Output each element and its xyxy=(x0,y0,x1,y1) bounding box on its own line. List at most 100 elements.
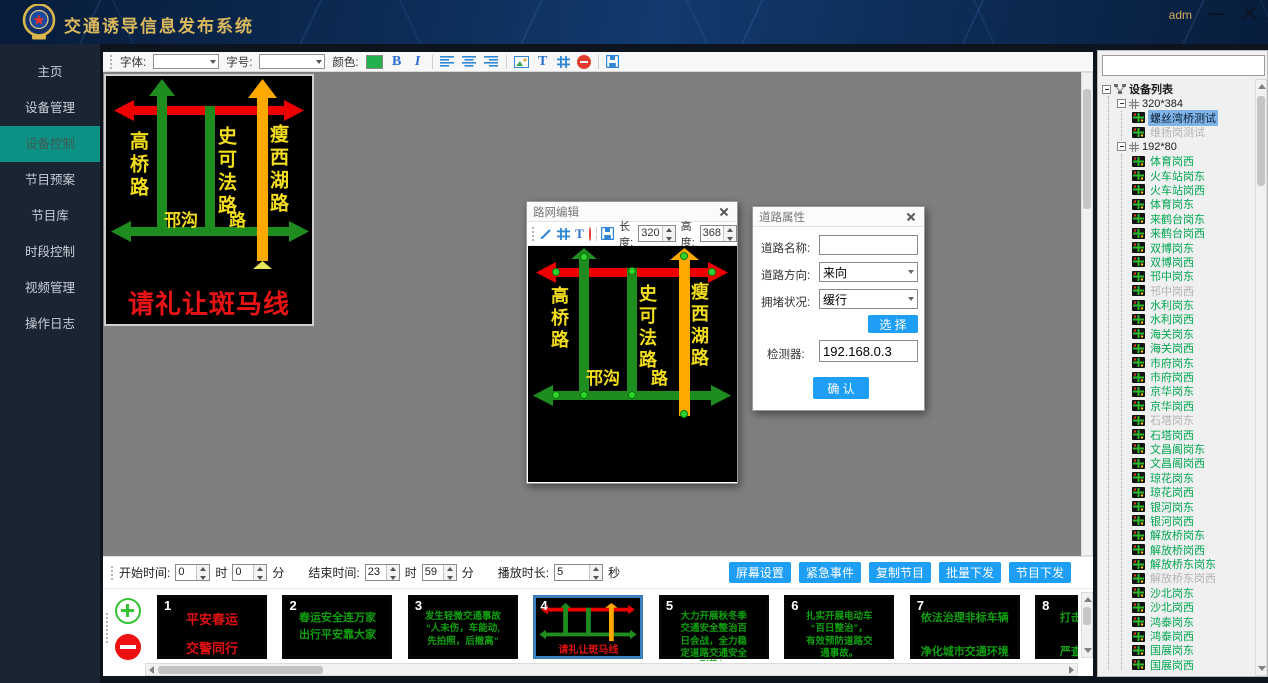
duration-stepper[interactable]: 5 xyxy=(554,564,603,581)
spin-up-button[interactable] xyxy=(663,226,675,234)
spin-up-button[interactable] xyxy=(724,226,736,234)
action-button[interactable]: 复制节目 xyxy=(869,562,931,583)
height-stepper[interactable]: 368 xyxy=(700,225,737,242)
spin-up-button[interactable] xyxy=(590,565,602,573)
playlist-vertical-scrollbar[interactable] xyxy=(1081,592,1093,658)
scroll-down-icon[interactable] xyxy=(1258,666,1266,671)
spin-down-button[interactable] xyxy=(197,573,209,581)
spin-down-button[interactable] xyxy=(663,234,675,242)
spin-down-button[interactable] xyxy=(387,573,399,581)
scrollbar-thumb[interactable] xyxy=(1083,607,1091,625)
spin-up-button[interactable] xyxy=(387,565,399,573)
minimize-button[interactable] xyxy=(1206,2,1228,24)
device-search-input[interactable] xyxy=(1102,55,1265,76)
device-tree-item[interactable]: 鸿泰岗西 xyxy=(1132,629,1267,643)
congestion-select[interactable]: 缓行 xyxy=(819,289,918,309)
sidebar-item[interactable]: 设备控制 xyxy=(0,126,100,162)
road-network-tool-icon[interactable] xyxy=(557,56,570,68)
action-button[interactable]: 节目下发 xyxy=(1009,562,1071,583)
device-tree-item[interactable]: 银河岗东 xyxy=(1132,499,1267,513)
spin-up-button[interactable] xyxy=(254,565,266,573)
sidebar-item[interactable]: 节目库 xyxy=(0,198,100,234)
align-left-button[interactable] xyxy=(440,56,455,67)
program-thumbnail[interactable]: 2 春运安全连万家 出行平安靠大家 xyxy=(282,595,392,659)
program-thumbnail[interactable]: 5 大力开展秋冬季 交通安全整治百 日会战，全力稳 定道路交通安全 形势！ xyxy=(659,595,769,659)
bold-button[interactable]: B xyxy=(390,54,404,70)
program-thumbnail[interactable]: 7 依法治理非标车辆 净化城市交通环境 xyxy=(910,595,1020,659)
spin-down-button[interactable] xyxy=(444,573,456,581)
collapse-icon[interactable] xyxy=(1102,85,1111,94)
program-thumbnail[interactable]: 1 平安春运 交警同行 xyxy=(157,595,267,659)
spin-down-button[interactable] xyxy=(724,234,736,242)
align-right-button[interactable] xyxy=(484,56,499,67)
start-hour-stepper[interactable]: 0 xyxy=(175,564,210,581)
close-button[interactable] xyxy=(1238,2,1260,24)
device-tree-item[interactable]: 体育岗西 xyxy=(1132,154,1267,168)
color-swatch[interactable] xyxy=(366,55,383,69)
detector-input[interactable] xyxy=(819,340,918,362)
device-tree-item[interactable]: 解放桥东岗西 xyxy=(1132,571,1267,585)
device-tree-item[interactable]: 螺丝湾桥测试 xyxy=(1132,111,1267,125)
device-tree-root[interactable]: 设备列表 xyxy=(1102,82,1267,96)
device-tree-item[interactable]: 京华岗东 xyxy=(1132,384,1267,398)
device-tree-item[interactable]: 文昌阁岗西 xyxy=(1132,456,1267,470)
design-canvas[interactable]: 高桥路 史可法路 瘦西湖路 邗沟 路 请礼让斑马线 路网编辑 xyxy=(103,72,1081,556)
device-tree-item[interactable]: 京华岗西 xyxy=(1132,399,1267,413)
canvas-scrollbar[interactable] xyxy=(1081,72,1093,556)
device-tree-item[interactable]: 解放桥岗西 xyxy=(1132,543,1267,557)
close-icon[interactable] xyxy=(904,210,918,224)
end-hour-stepper[interactable]: 23 xyxy=(365,564,400,581)
device-tree-item[interactable]: 沙北岗东 xyxy=(1132,586,1267,600)
device-tree-item[interactable]: 来鹤台岗西 xyxy=(1132,226,1267,240)
collapse-icon[interactable] xyxy=(1117,142,1126,151)
scrollbar-thumb[interactable] xyxy=(1257,96,1265,186)
device-tree-item[interactable]: 邗中岗东 xyxy=(1132,269,1267,283)
device-tree-item[interactable]: 火车站岗东 xyxy=(1132,168,1267,182)
scroll-right-icon[interactable] xyxy=(1069,666,1074,674)
device-tree-item[interactable]: 双博岗东 xyxy=(1132,240,1267,254)
device-tree-item[interactable]: 体育岗东 xyxy=(1132,197,1267,211)
device-tree-item[interactable]: 水利岗东 xyxy=(1132,298,1267,312)
playlist-horizontal-scrollbar[interactable] xyxy=(145,663,1078,676)
device-tree-item[interactable]: 琼花岗东 xyxy=(1132,471,1267,485)
scrollbar-thumb[interactable] xyxy=(158,666,323,674)
confirm-button[interactable]: 确 认 xyxy=(813,377,869,399)
spin-up-button[interactable] xyxy=(197,565,209,573)
device-tree-item[interactable]: 石塔岗东 xyxy=(1132,413,1267,427)
device-tree-item[interactable]: 海关岗东 xyxy=(1132,327,1267,341)
program-thumbnail[interactable]: 8 打击改装“炸 严查严惩“机 xyxy=(1035,595,1078,659)
close-icon[interactable] xyxy=(717,205,731,219)
action-button[interactable]: 屏幕设置 xyxy=(729,562,791,583)
device-tree-item[interactable]: 市府岗东 xyxy=(1132,355,1267,369)
length-stepper[interactable]: 320 xyxy=(638,225,675,242)
delete-tool-icon[interactable] xyxy=(577,55,591,69)
spin-down-button[interactable] xyxy=(254,573,266,581)
program-thumbnail[interactable]: 6 扎实开展电动车 “百日整治”， 有效预防道路交 通事故。 xyxy=(784,595,894,659)
road-direction-select[interactable]: 来向 xyxy=(819,262,918,282)
text-tool-button[interactable]: T xyxy=(536,54,550,70)
spin-up-button[interactable] xyxy=(444,565,456,573)
sidebar-item[interactable]: 时段控制 xyxy=(0,234,100,270)
device-tree-item[interactable]: 海关岗西 xyxy=(1132,341,1267,355)
led-sign-preview[interactable]: 高桥路 史可法路 瘦西湖路 邗沟 路 请礼让斑马线 xyxy=(104,74,314,326)
program-thumbnail[interactable]: 4 请礼让斑马线 xyxy=(533,595,643,659)
device-tree-item[interactable]: 双博岗西 xyxy=(1132,255,1267,269)
save-icon[interactable] xyxy=(606,55,619,68)
align-center-button[interactable] xyxy=(462,56,477,67)
font-size-select[interactable] xyxy=(259,54,325,69)
device-tree-item[interactable]: 市府岗西 xyxy=(1132,370,1267,384)
device-tree-scrollbar[interactable] xyxy=(1255,79,1267,676)
device-group[interactable]: 192*80 xyxy=(1117,140,1267,154)
scroll-up-icon[interactable] xyxy=(1258,84,1266,89)
program-thumbnail[interactable]: 3 发生轻微交通事故 “人未伤，车能动, 先拍照，后撤离” xyxy=(408,595,518,659)
device-tree-item[interactable]: 水利岗西 xyxy=(1132,312,1267,326)
action-button[interactable]: 紧急事件 xyxy=(799,562,861,583)
road-name-input[interactable] xyxy=(819,235,918,255)
device-tree-item[interactable]: 琼花岗西 xyxy=(1132,485,1267,499)
device-tree-item[interactable]: 火车站岗西 xyxy=(1132,183,1267,197)
road-network-edit-canvas[interactable]: 高桥路 史可法路 瘦西湖路 邗沟 路 xyxy=(528,246,737,482)
device-tree-item[interactable]: 沙北岗西 xyxy=(1132,600,1267,614)
device-tree-item[interactable]: 来鹤台岗东 xyxy=(1132,212,1267,226)
scrollbar-thumb[interactable] xyxy=(1083,89,1091,209)
sidebar-item[interactable]: 节目预案 xyxy=(0,162,100,198)
